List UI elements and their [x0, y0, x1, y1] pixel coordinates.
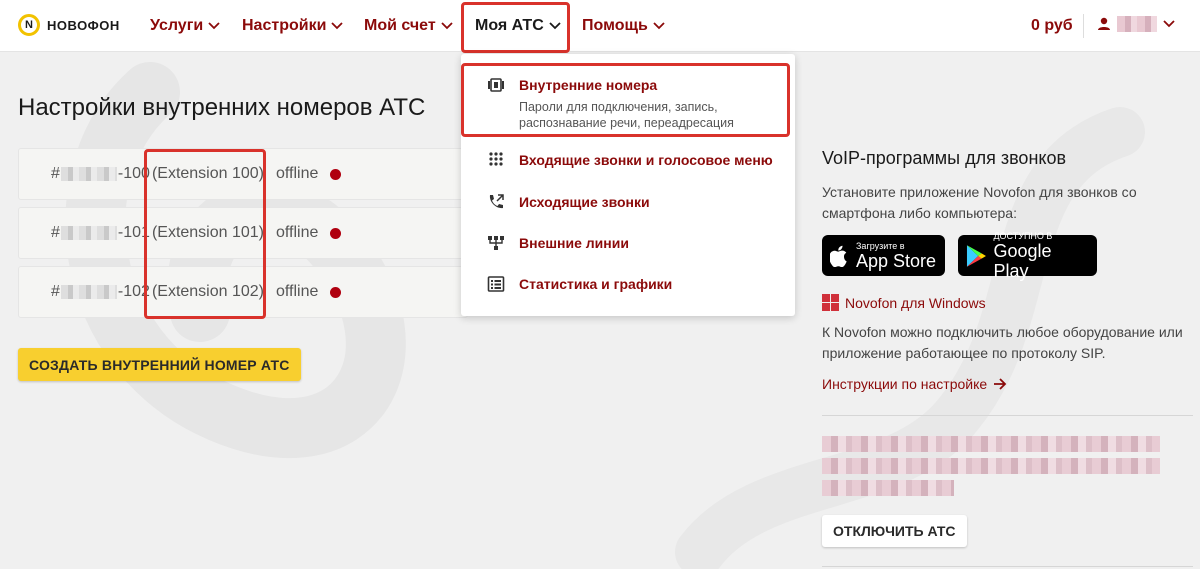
balance[interactable]: 0 руб — [1031, 17, 1073, 35]
setup-instructions-link[interactable]: Инструкции по настройке — [822, 376, 1007, 392]
outgoing-call-icon — [489, 194, 504, 209]
chevron-down-icon — [208, 22, 220, 30]
statistics-icon — [487, 276, 505, 292]
dialpad-icon — [489, 152, 503, 166]
windows-icon — [822, 294, 839, 311]
menu-item-external-lines[interactable]: Внешние линии — [461, 229, 795, 257]
app-store-button[interactable]: Загрузите в App Store — [822, 235, 945, 276]
extension-prefix-redacted — [60, 226, 117, 240]
status-offline-icon — [330, 168, 342, 180]
network-icon — [488, 236, 504, 250]
extension-hash: # — [51, 165, 60, 182]
windows-link-label: Novofon для Windows — [845, 294, 986, 311]
menu-item-outgoing-calls[interactable]: Исходящие звонки — [461, 188, 795, 216]
app-store-big-text: App Store — [856, 250, 937, 271]
disable-pbx-button[interactable]: ОТКЛЮЧИТЬ АТС — [822, 515, 967, 547]
windows-app-link[interactable]: Novofon для Windows — [822, 294, 986, 311]
chevron-down-icon — [331, 22, 344, 30]
arrow-right-icon — [994, 378, 1007, 390]
menu-item-label: Внешние линии — [519, 235, 629, 251]
user-menu[interactable] — [1097, 16, 1175, 32]
menu-item-statistics[interactable]: Статистика и графики — [461, 270, 795, 298]
apple-icon — [830, 245, 847, 267]
chevron-down-icon — [1163, 20, 1175, 28]
redacted-text — [822, 458, 1160, 474]
voip-intro-text: Установите приложение Novofon для звонко… — [822, 184, 1137, 221]
instructions-link-label: Инструкции по настройке — [822, 376, 988, 392]
google-play-big-text: Google Play — [993, 240, 1052, 281]
section-divider — [822, 415, 1193, 416]
nav-services[interactable]: Услуги — [150, 0, 220, 52]
nav-my-account-label: Мой счет — [364, 17, 436, 34]
annotation-highlight-nav — [461, 2, 570, 53]
status-offline-icon — [330, 286, 342, 298]
nav-settings-label: Настройки — [242, 17, 327, 34]
annotation-highlight-extensions — [144, 149, 266, 319]
nav-settings[interactable]: Настройки — [242, 0, 344, 52]
extension-status: offline — [276, 283, 319, 300]
extension-prefix-redacted — [60, 167, 117, 181]
chevron-down-icon — [441, 22, 453, 30]
nav-help-label: Помощь — [582, 17, 648, 34]
extension-hash: # — [51, 224, 60, 241]
logo-icon: N — [18, 14, 40, 36]
sip-info-text: К Novofon можно подключить любое оборудо… — [822, 324, 1183, 361]
annotation-highlight-menu-item — [461, 63, 790, 137]
google-play-small-text: ДОСТУПНО В — [993, 230, 1053, 241]
chevron-down-icon — [653, 22, 665, 30]
menu-item-label: Исходящие звонки — [519, 194, 650, 210]
menu-item-incoming-calls[interactable]: Входящие звонки и голосовое меню — [461, 146, 795, 174]
google-play-button[interactable]: ДОСТУПНО В Google Play — [958, 231, 1097, 281]
extension-status: offline — [276, 165, 319, 182]
menu-item-label: Входящие звонки и голосовое меню — [519, 152, 773, 168]
nav-help[interactable]: Помощь — [582, 0, 665, 52]
voip-section-title: VoIP-программы для звонков — [822, 148, 1067, 168]
app-store-small-text: Загрузите в — [856, 240, 905, 251]
nav-services-label: Услуги — [150, 17, 204, 34]
section-divider — [822, 566, 1193, 567]
logo-text: НОВОФОН — [47, 17, 120, 33]
top-header: N НОВОФОН Услуги Настройки Мой счет Моя … — [0, 0, 1200, 52]
status-offline-icon — [330, 227, 342, 239]
menu-item-label: Статистика и графики — [519, 276, 673, 292]
extension-hash: # — [51, 283, 60, 300]
page-title: Настройки внутренних номеров АТС — [18, 94, 426, 121]
google-play-icon — [966, 244, 986, 267]
create-extension-button[interactable]: СОЗДАТЬ ВНУТРЕННИЙ НОМЕР АТС — [18, 348, 301, 381]
redacted-text — [822, 480, 954, 496]
extension-prefix-redacted — [60, 285, 117, 299]
username-redacted — [1117, 16, 1157, 32]
redacted-text — [822, 436, 1160, 452]
extension-status: offline — [276, 224, 319, 241]
logo[interactable]: N НОВОФОН — [18, 14, 120, 36]
nav-my-account[interactable]: Мой счет — [364, 0, 453, 52]
header-divider — [1083, 14, 1084, 38]
user-icon — [1098, 17, 1110, 30]
